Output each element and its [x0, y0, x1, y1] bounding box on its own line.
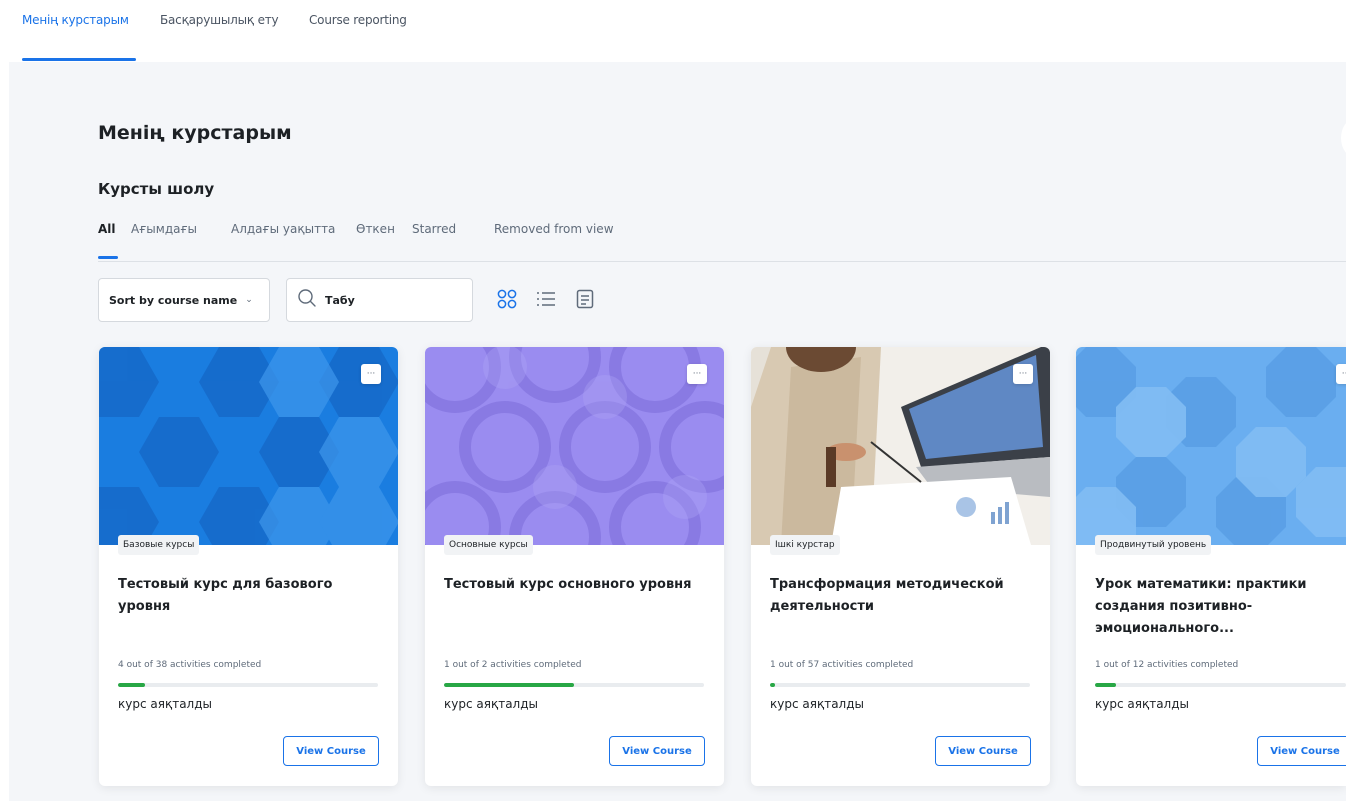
course-card[interactable]: ··· Продвинутый уровень Урок математики:… [1076, 347, 1346, 786]
chevron-down-icon: ⌄ [245, 295, 253, 305]
course-progress-bar [770, 683, 1030, 687]
course-progress-text: 1 out of 2 activities completed [444, 660, 582, 670]
course-progress-text: 1 out of 12 activities completed [1095, 660, 1239, 670]
view-course-button[interactable]: View Course [283, 736, 379, 766]
progress-fill [444, 683, 574, 687]
course-card[interactable]: ··· Базовые курсы Тестовый курс для базо… [99, 347, 398, 786]
grid-view-icon[interactable] [497, 289, 517, 309]
filter-divider [98, 261, 1346, 262]
course-image-light-blue-octagons[interactable] [1076, 347, 1346, 545]
course-card[interactable]: ··· Основные курсы Тестовый курс основно… [425, 347, 724, 786]
list-view-icon[interactable] [536, 289, 556, 309]
course-progress-bar [118, 683, 378, 687]
course-title[interactable]: Трансформация методической деятельности [770, 574, 1032, 618]
progress-fill [1095, 683, 1116, 687]
course-image-purple-circles[interactable] [425, 347, 724, 545]
course-status: курс аяқталды [770, 697, 864, 711]
course-overview-title: Курсты шолу [98, 180, 215, 198]
page-title: Менің курстарым [98, 122, 292, 144]
progress-fill [118, 683, 146, 687]
active-filter-indicator [98, 256, 118, 259]
tab-my-courses[interactable]: Менің курстарым [22, 13, 129, 27]
tab-course-reporting[interactable]: Course reporting [309, 13, 407, 27]
course-category-badge: Ішкі курстар [770, 535, 840, 555]
filter-tab-future[interactable]: Алдағы уақытта [231, 222, 335, 236]
course-menu-button[interactable]: ··· [1013, 364, 1033, 384]
course-progress-bar [1095, 683, 1346, 687]
course-status: курс аяқталды [444, 697, 538, 711]
course-card[interactable]: ··· Ішкі курстар Трансформация методичес… [751, 347, 1050, 786]
course-category-badge: Базовые курсы [118, 535, 200, 555]
course-menu-button[interactable]: ··· [1336, 364, 1346, 384]
filter-tab-in-progress[interactable]: Ағымдағы [131, 222, 197, 236]
sort-label: Sort by course name [109, 293, 238, 307]
course-title[interactable]: Тестовый курс для базового уровня [118, 574, 380, 618]
search-box [286, 278, 473, 322]
course-category-badge: Продвинутый уровень [1095, 535, 1212, 555]
top-navigation: Менің курстарым Басқарушылық ету Course … [0, 0, 1346, 62]
active-tab-indicator [22, 58, 136, 61]
course-title[interactable]: Урок математики: практики создания позит… [1095, 574, 1343, 640]
course-status: курс аяқталды [118, 697, 212, 711]
course-status: курс аяқталды [1095, 697, 1189, 711]
view-course-button[interactable]: View Course [609, 736, 705, 766]
course-progress-text: 4 out of 38 activities completed [118, 660, 262, 670]
tab-administration[interactable]: Басқарушылық ету [160, 13, 279, 27]
view-course-button[interactable]: View Course [1257, 736, 1346, 766]
view-course-button[interactable]: View Course [935, 736, 1031, 766]
course-menu-button[interactable]: ··· [361, 364, 381, 384]
search-icon [297, 288, 317, 312]
course-image-blue-hexagons[interactable] [99, 347, 398, 545]
course-menu-button[interactable]: ··· [687, 364, 707, 384]
filter-tab-starred[interactable]: Starred [412, 222, 456, 236]
course-image-laptop-photo[interactable] [751, 347, 1050, 545]
summary-view-icon[interactable] [575, 289, 595, 309]
course-progress-bar [444, 683, 704, 687]
filter-tab-removed[interactable]: Removed from view [494, 222, 614, 236]
sort-dropdown[interactable]: Sort by course name ⌄ [98, 278, 270, 322]
course-progress-text: 1 out of 57 activities completed [770, 660, 914, 670]
progress-fill [770, 683, 775, 687]
filter-tab-past[interactable]: Өткен [356, 222, 395, 236]
course-category-badge: Основные курсы [444, 535, 533, 555]
search-input[interactable] [325, 293, 455, 307]
course-title[interactable]: Тестовый курс основного уровня [444, 574, 706, 596]
filter-tab-all[interactable]: All [98, 222, 116, 236]
